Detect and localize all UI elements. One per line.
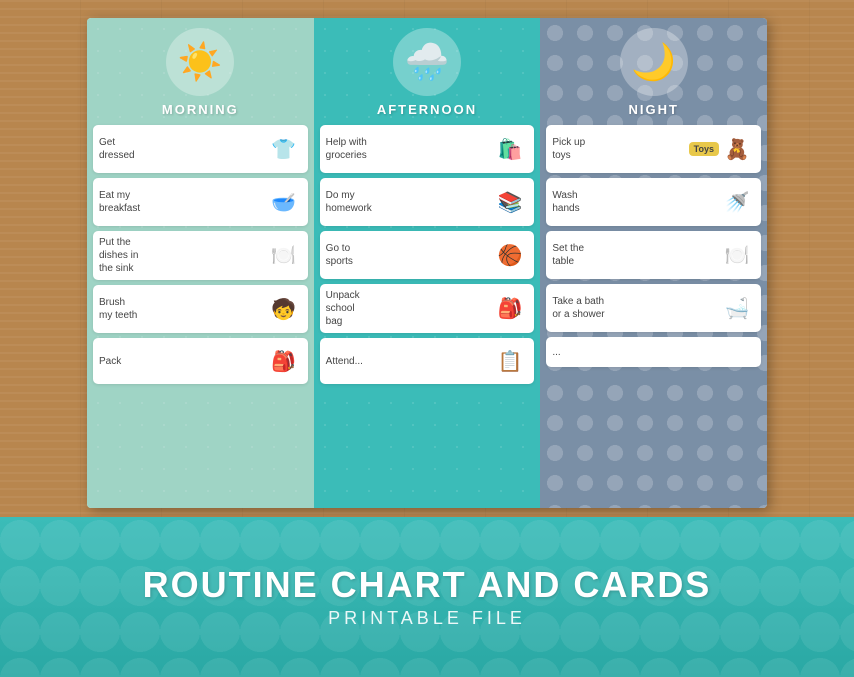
task-card-bath: Take a bathor a shower 🛁 [546, 284, 761, 332]
task-icon: 🧸 [719, 131, 755, 167]
morning-title: MORNING [162, 102, 239, 117]
task-icon: 📋 [492, 343, 528, 379]
task-icon: 👕 [266, 131, 302, 167]
afternoon-title: AFTERNOON [377, 102, 477, 117]
task-card-night-last: ... [546, 337, 761, 367]
task-card-groceries: Help withgroceries 🛍️ [320, 125, 535, 173]
task-text: Unpackschoolbag [326, 289, 493, 328]
afternoon-column: 🌧️ AFTERNOON Help withgroceries 🛍️ Do my… [314, 18, 541, 508]
night-title: NIGHT [628, 102, 678, 117]
morning-icon: ☀️ [166, 28, 234, 96]
toys-badge: Toys [689, 142, 719, 156]
task-card-wash-hands: Washhands 🚿 [546, 178, 761, 226]
task-text: Brushmy teeth [99, 296, 266, 322]
task-card-pack: Pack 🎒 [93, 338, 308, 384]
task-card-dishes: Put thedishes inthe sink 🍽️ [93, 231, 308, 280]
paper-area: ☀️ MORNING Getdressed 👕 Eat mybreakfast … [87, 18, 767, 508]
task-text: Pack [99, 355, 266, 368]
task-icon: 🍽️ [719, 237, 755, 273]
task-icon: 🛁 [719, 290, 755, 326]
afternoon-icon: 🌧️ [393, 28, 461, 96]
task-text: Set thetable [552, 242, 719, 268]
task-text: Washhands [552, 189, 719, 215]
task-text: Take a bathor a shower [552, 295, 719, 321]
task-text: Getdressed [99, 136, 266, 162]
task-icon: 🎒 [266, 343, 302, 379]
task-icon: 🎒 [492, 291, 528, 327]
task-card-set-table: Set thetable 🍽️ [546, 231, 761, 279]
task-text: Eat mybreakfast [99, 189, 266, 215]
task-icon: 🛍️ [492, 131, 528, 167]
task-text: Attend... [326, 355, 493, 368]
task-card-school-bag: Unpackschoolbag 🎒 [320, 284, 535, 333]
banner-title: ROUTINE CHART AND CARDS [143, 565, 712, 605]
bottom-banner: ROUTINE CHART AND CARDS PRINTABLE FILE [0, 517, 854, 677]
task-icon: 🚿 [719, 184, 755, 220]
task-card-pick-toys: Pick uptoys Toys 🧸 [546, 125, 761, 173]
task-text: Go tosports [326, 242, 493, 268]
task-card-brush-teeth: Brushmy teeth 🧒 [93, 285, 308, 333]
task-card-attend: Attend... 📋 [320, 338, 535, 384]
task-text: ... [552, 346, 755, 359]
task-text: Do myhomework [326, 189, 493, 215]
task-card-sports: Go tosports 🏀 [320, 231, 535, 279]
task-icon: 🏀 [492, 237, 528, 273]
task-text: Pick uptoys [552, 136, 685, 162]
night-icon: 🌙 [620, 28, 688, 96]
banner-subtitle: PRINTABLE FILE [328, 608, 526, 629]
morning-column: ☀️ MORNING Getdressed 👕 Eat mybreakfast … [87, 18, 314, 508]
night-column: 🌙 NIGHT Pick uptoys Toys 🧸 Washhands 🚿 S… [540, 18, 767, 508]
task-text: Put thedishes inthe sink [99, 236, 266, 275]
task-icon: 🍽️ [266, 238, 302, 274]
wood-background: ☀️ MORNING Getdressed 👕 Eat mybreakfast … [0, 0, 854, 677]
task-card-homework: Do myhomework 📚 [320, 178, 535, 226]
task-icon: 🧒 [266, 291, 302, 327]
task-text: Help withgroceries [326, 136, 493, 162]
task-card-get-dressed: Getdressed 👕 [93, 125, 308, 173]
task-icon: 🥣 [266, 184, 302, 220]
task-icon: 📚 [492, 184, 528, 220]
task-card-breakfast: Eat mybreakfast 🥣 [93, 178, 308, 226]
